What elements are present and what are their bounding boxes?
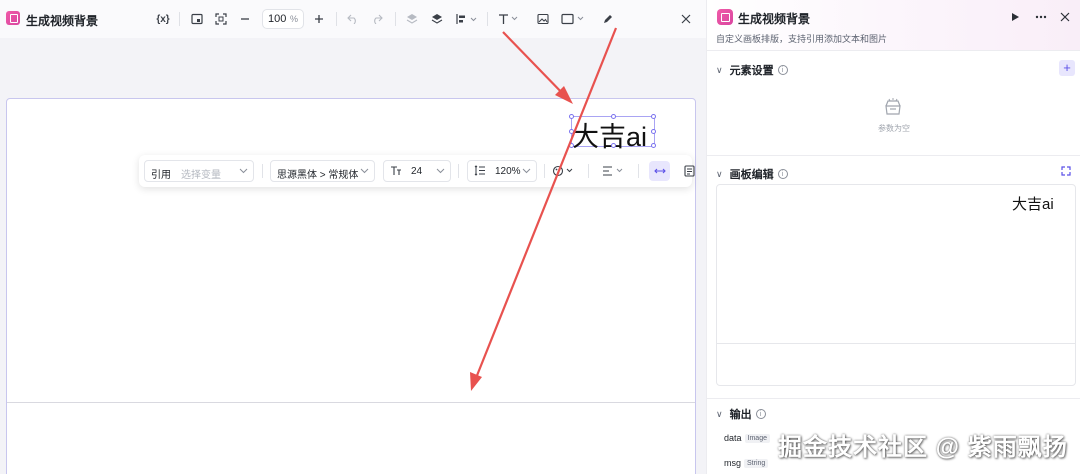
output-item: data Image bbox=[724, 433, 770, 443]
toolbar-divider bbox=[544, 164, 545, 178]
more-icon[interactable] bbox=[1033, 9, 1049, 25]
toolbar-divider bbox=[262, 164, 263, 178]
resize-handle[interactable] bbox=[651, 143, 656, 148]
editor-area: 生成视频背景 {x} 100 % 大吉ai 引用 选择变量 思源黑体 > 常规体… bbox=[0, 0, 706, 474]
reference-label: 引用 bbox=[151, 170, 171, 181]
board-preview[interactable]: 大吉ai bbox=[716, 184, 1076, 386]
chevron-down-icon bbox=[436, 166, 445, 175]
text-tool-dropdown[interactable] bbox=[496, 10, 522, 28]
toolbar-divider bbox=[458, 164, 459, 178]
chevron-down-icon: ∨ bbox=[716, 64, 723, 75]
empty-state-text: 参数为空 bbox=[878, 124, 910, 133]
zoom-out-icon[interactable] bbox=[236, 10, 254, 28]
font-family-select[interactable]: 思源黑体 > 常规体 bbox=[270, 160, 375, 182]
output-section-title: 输出 bbox=[729, 409, 752, 421]
expand-icon[interactable] bbox=[1061, 166, 1071, 176]
layer-down-icon[interactable] bbox=[403, 10, 421, 28]
line-height-icon bbox=[474, 165, 486, 176]
app-logo-icon bbox=[6, 11, 20, 25]
elements-section-title: 元素设置 bbox=[729, 65, 774, 77]
undo-icon[interactable] bbox=[344, 10, 362, 28]
panel-header: 生成视频背景 自定义画板排版，支持引用添加文本和图片 bbox=[707, 0, 1080, 50]
toolbar-divider bbox=[395, 12, 396, 26]
output-type-badge: String bbox=[744, 458, 769, 468]
chevron-down-icon bbox=[522, 166, 531, 175]
board-section-header[interactable]: ∨ 画板编辑 i bbox=[716, 166, 788, 182]
chevron-down-icon bbox=[360, 166, 369, 175]
section-divider bbox=[707, 155, 1080, 156]
watermark-text: 掘金技术社区 @ 紫雨飘扬 bbox=[778, 434, 1068, 461]
text-format-toolbar: 引用 选择变量 思源黑体 > 常规体 24 120% bbox=[139, 155, 695, 187]
font-size-icon bbox=[390, 165, 402, 176]
line-height-value: 120% bbox=[495, 166, 521, 177]
chevron-down-icon: ∨ bbox=[716, 408, 723, 419]
zoom-in-icon[interactable] bbox=[310, 10, 328, 28]
toolbar-divider bbox=[638, 164, 639, 178]
chevron-down-icon: ∨ bbox=[716, 168, 723, 179]
toolbar-divider bbox=[588, 164, 589, 178]
align-dropdown[interactable] bbox=[454, 10, 482, 28]
font-family-value: 思源黑体 > 常规体 bbox=[277, 170, 359, 181]
info-icon: i bbox=[755, 409, 766, 419]
layer-up-icon[interactable] bbox=[428, 10, 446, 28]
close-icon[interactable] bbox=[677, 10, 695, 28]
resize-handle[interactable] bbox=[569, 129, 574, 134]
text-color-dropdown[interactable] bbox=[551, 162, 577, 180]
shape-tool-dropdown[interactable] bbox=[560, 10, 588, 28]
add-element-button[interactable]: + bbox=[1059, 60, 1075, 76]
board-section-title: 画板编辑 bbox=[729, 169, 774, 181]
output-section-header[interactable]: ∨ 输出 i bbox=[716, 406, 766, 422]
font-size-value: 24 bbox=[411, 166, 423, 177]
toolbar-divider bbox=[336, 12, 337, 26]
editor-title: 生成视频背景 bbox=[26, 14, 99, 28]
reference-placeholder: 选择变量 bbox=[181, 170, 221, 181]
empty-box-icon bbox=[883, 98, 903, 116]
canvas-text: 大吉ai bbox=[572, 122, 648, 152]
selected-text-element[interactable]: 大吉ai bbox=[569, 114, 656, 152]
resize-handle[interactable] bbox=[651, 114, 656, 119]
zoom-value: 100 bbox=[268, 13, 287, 25]
fit-screen-icon[interactable] bbox=[212, 10, 230, 28]
font-size-select[interactable]: 24 bbox=[383, 160, 451, 182]
close-icon[interactable] bbox=[1057, 9, 1073, 25]
variable-icon[interactable]: {x} bbox=[154, 10, 172, 28]
text-align-dropdown[interactable] bbox=[601, 162, 627, 180]
frame-icon[interactable] bbox=[188, 10, 206, 28]
board-preview-text: 大吉ai bbox=[1012, 196, 1054, 213]
resize-handle[interactable] bbox=[611, 143, 616, 148]
variable-reference-select[interactable]: 引用 选择变量 bbox=[144, 160, 254, 182]
board-preview-divider bbox=[717, 343, 1075, 344]
resize-handle[interactable] bbox=[611, 114, 616, 119]
line-height-select[interactable]: 120% bbox=[467, 160, 537, 182]
info-icon: i bbox=[777, 169, 788, 179]
resize-handle[interactable] bbox=[651, 129, 656, 134]
resize-handle[interactable] bbox=[569, 143, 574, 148]
redo-icon[interactable] bbox=[368, 10, 386, 28]
pen-tool-icon[interactable] bbox=[599, 10, 617, 28]
output-item: msg String bbox=[724, 458, 769, 468]
chevron-down-icon bbox=[239, 166, 248, 175]
image-tool-icon[interactable] bbox=[534, 10, 552, 28]
zoom-input[interactable]: 100 % bbox=[262, 9, 304, 29]
text-settings-icon[interactable] bbox=[680, 162, 698, 180]
panel-description: 自定义画板排版，支持引用添加文本和图片 bbox=[716, 34, 888, 44]
output-name: data bbox=[724, 433, 742, 443]
node-logo-icon bbox=[717, 9, 733, 25]
canvas-bottom-edge bbox=[7, 402, 695, 403]
auto-width-toggle[interactable] bbox=[649, 161, 670, 181]
resize-handle[interactable] bbox=[569, 114, 574, 119]
output-name: msg bbox=[724, 458, 742, 468]
section-divider bbox=[707, 398, 1080, 399]
section-divider bbox=[707, 50, 1080, 51]
elements-section-header[interactable]: ∨ 元素设置 i bbox=[716, 62, 788, 78]
run-icon[interactable] bbox=[1007, 9, 1023, 25]
zoom-unit: % bbox=[289, 14, 298, 24]
toolbar-divider bbox=[179, 12, 180, 26]
info-icon: i bbox=[777, 65, 788, 75]
panel-title: 生成视频背景 bbox=[738, 12, 811, 26]
editor-toolbar: 生成视频背景 {x} 100 % bbox=[0, 0, 706, 38]
node-settings-panel: 生成视频背景 自定义画板排版，支持引用添加文本和图片 ∨ 元素设置 i + 参数… bbox=[706, 0, 1080, 474]
output-type-badge: Image bbox=[744, 433, 770, 443]
toolbar-divider bbox=[487, 12, 488, 26]
